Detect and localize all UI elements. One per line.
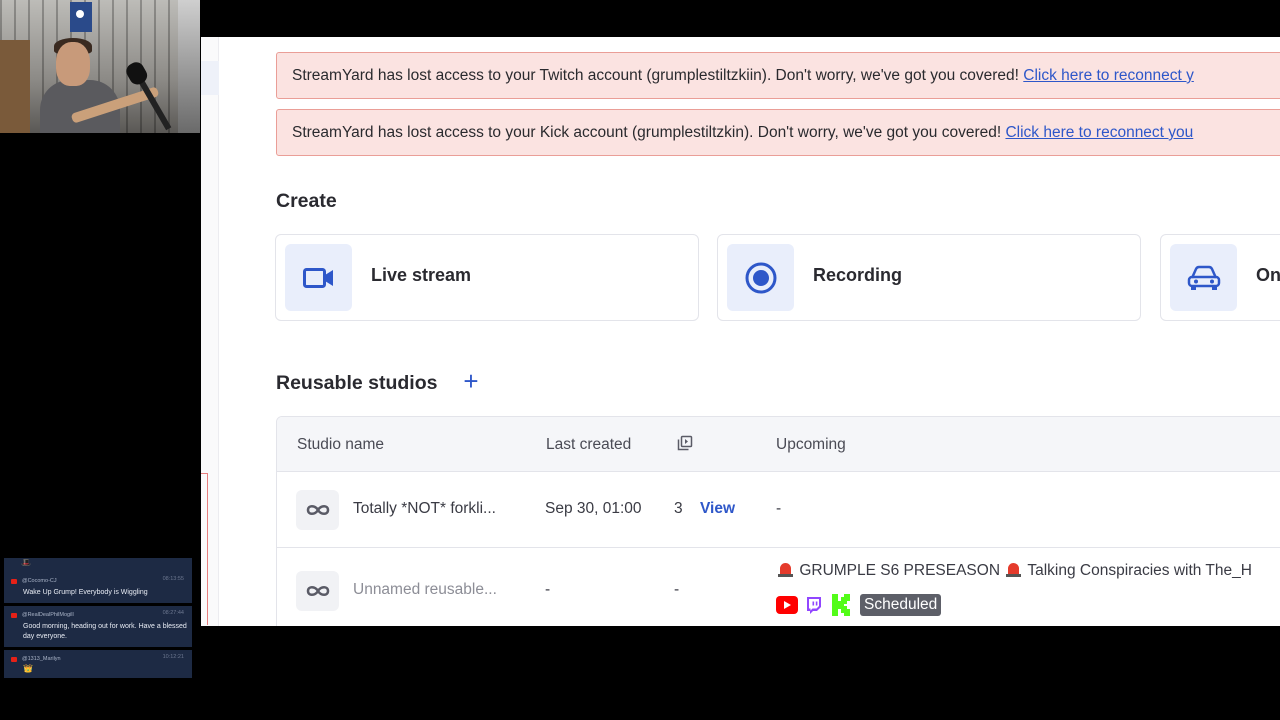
sidebar-selected-item[interactable]	[201, 61, 219, 95]
sidebar-highlight	[201, 473, 208, 625]
upcoming-title-part: GRUMPLE S6 PRESEASON	[799, 562, 1001, 579]
live-stream-label: Live stream	[371, 265, 472, 285]
chat-message: @Cocomo-CJ 08:13:55 Wake Up Grump! Every…	[4, 572, 192, 603]
infinity-icon	[296, 571, 339, 611]
reconnect-kick-link[interactable]: Click here to reconnect you	[1005, 124, 1193, 141]
streamyard-page: StreamYard has lost access to your Twitc…	[201, 37, 1280, 626]
chat-message: @1313_Marilyn 10:12:21 👑	[4, 650, 192, 678]
infinity-icon	[296, 490, 339, 530]
kick-reconnect-alert: StreamYard has lost access to your Kick …	[276, 109, 1280, 156]
sidebar	[201, 37, 219, 626]
studio-name[interactable]: Unnamed reusable...	[353, 581, 497, 599]
recording-card[interactable]: Recording	[717, 234, 1141, 321]
copy-icon	[677, 435, 693, 456]
studio-name[interactable]: Totally *NOT* forkli...	[353, 500, 496, 518]
screen: 🎩 @Cocomo-CJ 08:13:55 Wake Up Grump! Eve…	[0, 0, 1280, 720]
last-created: Sep 30, 01:00	[545, 500, 642, 517]
destination-icons: Scheduled	[776, 594, 942, 616]
column-upcoming: Upcoming	[776, 436, 846, 453]
table-row[interactable]: Totally *NOT* forkli... Sep 30, 01:00 3 …	[277, 472, 1280, 548]
chat-overlay: 🎩 @Cocomo-CJ 08:13:55 Wake Up Grump! Eve…	[4, 558, 192, 681]
create-heading: Create	[276, 190, 337, 212]
webcam-feed	[0, 0, 200, 133]
upcoming-title-rest: Talking Conspiracies with The_H	[1027, 562, 1252, 579]
chat-emoji-text: 👑	[23, 664, 33, 673]
chat-text: Wake Up Grump! Everybody is Wiggling	[23, 589, 148, 596]
webcam-person-head	[56, 42, 90, 86]
upcoming-broadcast-title[interactable]: GRUMPLE S6 PRESEASON Talking Conspiracie…	[776, 562, 1252, 580]
chat-timestamp: 08:13:55	[162, 576, 184, 582]
alert-text: StreamYard has lost access to your Kick …	[292, 124, 1006, 141]
chat-emoji: 🎩	[21, 558, 31, 567]
chat-text: Good morning, heading out for work. Have…	[23, 623, 187, 640]
column-studio-name[interactable]: Studio name	[297, 436, 384, 454]
chat-username: @1313_Marilyn	[22, 656, 61, 662]
chat-top-fragment: 🎩	[4, 558, 192, 572]
kick-icon	[830, 594, 852, 616]
chat-username: @RealDealPhilMogill	[22, 612, 74, 618]
twitch-reconnect-alert: StreamYard has lost access to your Twitc…	[276, 52, 1280, 99]
youtube-icon	[11, 656, 17, 662]
siren-icon	[778, 562, 793, 577]
column-last-created[interactable]: Last created	[546, 436, 631, 454]
car-icon	[1170, 244, 1237, 311]
chat-username: @Cocomo-CJ	[22, 578, 57, 584]
chat-message: @RealDealPhilMogill 08:27:44 Good mornin…	[4, 606, 192, 647]
last-created: -	[545, 581, 551, 598]
studios-table: Studio name Last created Upcoming Totall…	[276, 416, 1280, 626]
stream-count: -	[674, 581, 680, 598]
webcam-flag	[70, 2, 92, 32]
siren-icon	[1006, 562, 1022, 577]
youtube-icon	[776, 596, 798, 614]
table-header: Studio name Last created Upcoming	[277, 417, 1280, 472]
record-icon	[727, 244, 794, 311]
reusable-studios-heading: Reusable studios	[276, 372, 438, 394]
stream-count: 3	[674, 500, 683, 517]
chat-timestamp: 08:27:44	[162, 610, 184, 616]
view-link[interactable]: View	[700, 500, 735, 518]
reconnect-twitch-link[interactable]: Click here to reconnect y	[1023, 67, 1194, 84]
recording-label: Recording	[813, 265, 903, 285]
chat-timestamp: 10:12:21	[162, 654, 184, 660]
table-row[interactable]: Unnamed reusable... - - GRUMPLE S6 PRESE…	[277, 548, 1280, 626]
on-air-card[interactable]: On	[1160, 234, 1280, 321]
scheduled-badge: Scheduled	[860, 594, 942, 616]
youtube-icon	[11, 578, 17, 584]
on-air-label: On	[1256, 265, 1280, 285]
webcam-light	[178, 0, 200, 133]
webcam-shelf	[0, 40, 30, 133]
live-stream-card[interactable]: Live stream	[275, 234, 699, 321]
video-camera-icon	[285, 244, 352, 311]
upcoming-value: -	[776, 500, 782, 517]
add-studio-button[interactable]: +	[459, 368, 483, 394]
youtube-icon	[11, 612, 17, 618]
alert-text: StreamYard has lost access to your Twitc…	[292, 67, 1024, 84]
twitch-icon	[803, 596, 825, 614]
